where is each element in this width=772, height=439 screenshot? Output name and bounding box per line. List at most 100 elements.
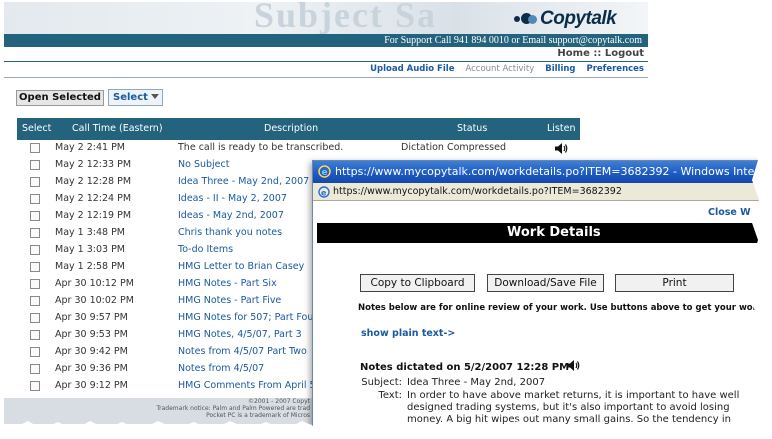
row-call-time: Apr 30 9:12 PM <box>55 380 128 391</box>
row-checkbox[interactable] <box>30 194 40 204</box>
ie-icon: e <box>318 165 331 178</box>
row-checkbox[interactable] <box>30 279 40 289</box>
row-checkbox[interactable] <box>30 160 40 170</box>
row-checkbox[interactable] <box>30 211 40 221</box>
top-nav: Upload Audio File Account Activity Billi… <box>4 64 648 78</box>
speaker-icon[interactable] <box>554 142 568 155</box>
window-title-bar[interactable]: e https://www.mycopytalk.com/workdetails… <box>313 161 772 183</box>
row-checkbox[interactable] <box>30 313 40 323</box>
logo-text: Copytalk <box>540 8 617 29</box>
col-select: Select <box>22 123 52 134</box>
link-separator: :: <box>593 48 602 59</box>
row-checkbox[interactable] <box>30 245 40 255</box>
support-bar: For Support Call 941 894 0010 or Email s… <box>4 34 648 47</box>
caret-down-icon <box>151 94 159 99</box>
row-call-time: May 2 12:19 PM <box>55 210 132 221</box>
page-footer: ©2001 - 2007 Copyt Trademark notice: Pal… <box>4 398 314 424</box>
footer-copyright: ©2001 - 2007 Copyt <box>248 398 310 405</box>
row-checkbox[interactable] <box>30 347 40 357</box>
nav-preferences[interactable]: Preferences <box>586 64 644 74</box>
row-description[interactable]: HMG Letter to Brian Casey <box>178 261 304 272</box>
address-url: https://www.mycopytalk.com/workdetails.p… <box>333 186 622 197</box>
row-description[interactable]: HMG Notes, 4/5/07, Part 3 <box>178 329 302 340</box>
svg-text:e: e <box>321 189 327 198</box>
banner-watermark: Subject Sa <box>254 2 438 34</box>
row-description[interactable]: No Subject <box>178 159 229 170</box>
subject-label: Subject: <box>361 377 402 388</box>
row-description[interactable]: Ideas - II - May 2, 2007 <box>178 193 287 204</box>
row-checkbox[interactable] <box>30 262 40 272</box>
row-call-time: May 1 2:58 PM <box>55 261 126 272</box>
svg-text:e: e <box>322 168 328 178</box>
row-description[interactable]: HMG Comments From April 5 <box>178 380 316 391</box>
download-save-button[interactable]: Download/Save File <box>487 274 604 292</box>
col-description[interactable]: Description <box>264 123 318 134</box>
row-description: The call is ready to be transcribed. <box>178 142 344 153</box>
row-call-time: Apr 30 9:57 PM <box>55 312 128 323</box>
open-selected-button[interactable]: Open Selected <box>16 90 104 106</box>
close-window-link[interactable]: Close W <box>708 207 751 218</box>
row-description[interactable]: To-do Items <box>178 244 233 255</box>
work-details-heading: Work Details <box>317 223 772 243</box>
col-call-time[interactable]: Call Time (Eastern) <box>72 123 163 134</box>
row-checkbox[interactable] <box>30 364 40 374</box>
row-checkbox[interactable] <box>30 381 40 391</box>
copytalk-page: Subject Sa Copytalk For Support Call 941… <box>0 0 772 439</box>
row-description[interactable]: Notes from 4/5/07 Part Two <box>178 346 307 357</box>
logout-link[interactable]: Logout <box>605 48 644 59</box>
brand-banner: Subject Sa Copytalk <box>4 2 648 34</box>
row-checkbox[interactable] <box>30 143 40 153</box>
home-link[interactable]: Home <box>557 48 589 59</box>
ie-icon: e <box>318 186 330 198</box>
row-description[interactable]: HMG Notes - Part Five <box>178 295 281 306</box>
work-details-window: e https://www.mycopytalk.com/workdetails… <box>312 160 772 439</box>
speaker-icon[interactable] <box>566 359 580 372</box>
row-call-time: Apr 30 9:36 PM <box>55 363 128 374</box>
col-listen: Listen <box>547 123 576 134</box>
copy-to-clipboard-button[interactable]: Copy to Clipboard <box>360 274 475 292</box>
window-title: https://www.mycopytalk.com/workdetails.p… <box>335 165 772 178</box>
transcript-text: In order to have above market returns, i… <box>407 390 740 425</box>
row-call-time: May 1 3:48 PM <box>55 227 126 238</box>
row-call-time: May 2 12:28 PM <box>55 176 132 187</box>
row-checkbox[interactable] <box>30 296 40 306</box>
row-call-time: Apr 30 9:42 PM <box>55 346 128 357</box>
select-dropdown-label: Select <box>113 92 148 103</box>
dictation-heading: Notes dictated on 5/2/2007 12:28 PM <box>360 362 570 373</box>
address-bar[interactable]: e https://www.mycopytalk.com/workdetails… <box>313 183 772 201</box>
nav-upload-audio[interactable]: Upload Audio File <box>370 64 454 74</box>
row-call-time: May 2 2:41 PM <box>55 142 126 153</box>
row-description[interactable]: Chris thank you notes <box>178 227 282 238</box>
row-description[interactable]: Ideas - May 2nd, 2007 <box>178 210 284 221</box>
show-plain-text-link[interactable]: show plain text-> <box>361 328 455 339</box>
row-call-time: May 2 12:33 PM <box>55 159 132 170</box>
col-status[interactable]: Status <box>457 123 487 134</box>
select-dropdown[interactable]: Select <box>108 89 163 106</box>
row-checkbox[interactable] <box>30 228 40 238</box>
row-call-time: May 2 12:24 PM <box>55 193 132 204</box>
row-call-time: May 1 3:03 PM <box>55 244 126 255</box>
text-label: Text: <box>378 390 402 401</box>
row-call-time: Apr 30 9:53 PM <box>55 329 128 340</box>
notes-info-text: Notes below are for online review of you… <box>358 303 766 313</box>
copytalk-logo[interactable]: Copytalk <box>514 8 617 30</box>
account-links: Home :: Logout <box>4 48 648 62</box>
row-description[interactable]: Idea Three - May 2nd, 2007 <box>178 176 309 187</box>
row-call-time: Apr 30 10:12 PM <box>55 278 134 289</box>
table-row[interactable]: May 2 2:41 PM The call is ready to be tra… <box>17 140 580 157</box>
nav-account-activity[interactable]: Account Activity <box>465 64 534 74</box>
table-header: Select Call Time (Eastern) Description S… <box>17 118 580 140</box>
print-button[interactable]: Print <box>615 274 734 292</box>
row-status: Dictation Compressed <box>401 142 506 153</box>
row-checkbox[interactable] <box>30 177 40 187</box>
nav-billing[interactable]: Billing <box>545 64 575 74</box>
row-description[interactable]: HMG Notes - Part Six <box>178 278 277 289</box>
footer-trademark-2: Pocket PC is a trademark of Micros <box>206 412 310 419</box>
footer-trademark: Trademark notice: Palm and Palm Powered … <box>156 405 310 412</box>
row-call-time: Apr 30 10:02 PM <box>55 295 134 306</box>
subject-value: Idea Three - May 2nd, 2007 <box>407 377 546 388</box>
row-checkbox[interactable] <box>30 330 40 340</box>
logo-mark-icon <box>514 11 540 27</box>
row-description[interactable]: HMG Notes for 507; Part Four <box>178 312 317 323</box>
row-description[interactable]: Notes from 4/5/07 <box>178 363 264 374</box>
